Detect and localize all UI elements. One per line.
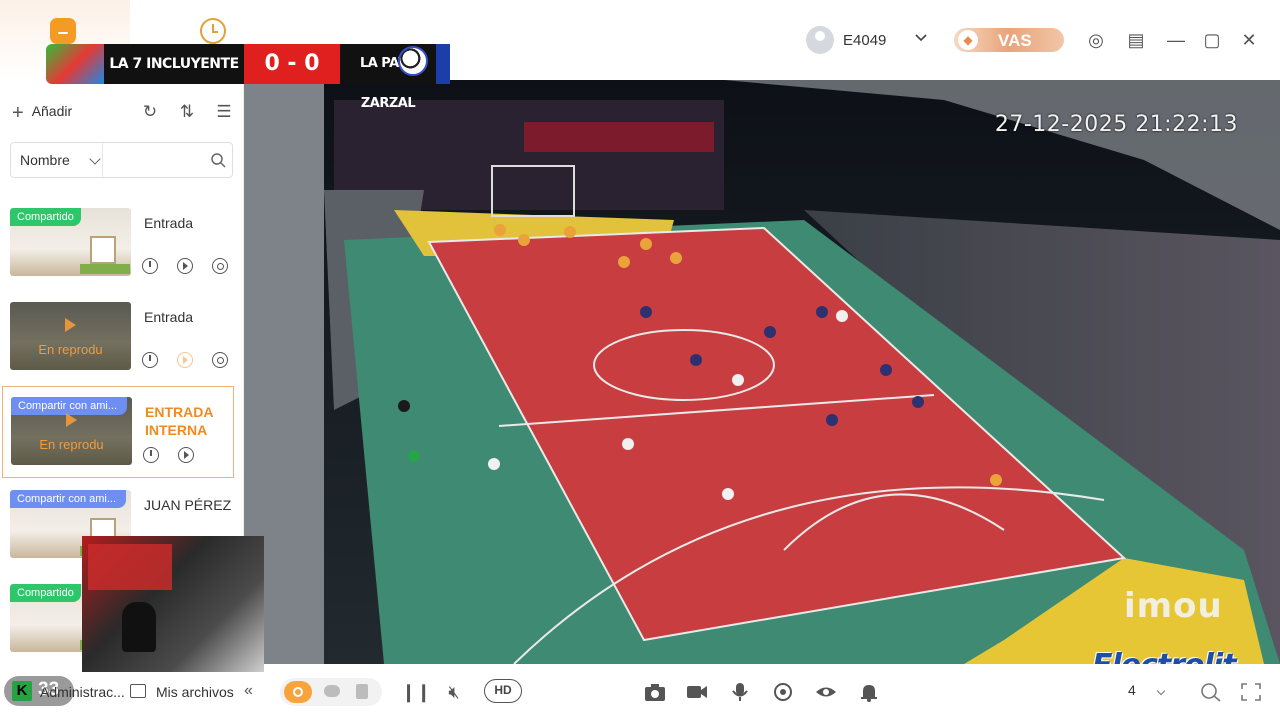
scoreboard-overlay: LA 7 INCLUYENTE 0 - 0 LA PAVA ZARZAL	[46, 44, 450, 111]
device-name: Entrada	[144, 215, 194, 231]
minimize-icon[interactable]: —	[1164, 28, 1188, 52]
list-view-icon[interactable]: ☰	[214, 102, 234, 122]
quality-hd-button[interactable]: HD	[484, 679, 522, 703]
playing-label: En reprodu	[38, 342, 103, 357]
snapshot-icon[interactable]	[644, 682, 666, 702]
thumb-frame	[90, 236, 116, 264]
user-avatar[interactable]	[806, 26, 834, 54]
talk-microphone-icon[interactable]	[729, 682, 751, 702]
chevron-down-icon	[1156, 686, 1166, 696]
mute-icon[interactable]: 🔇︎	[443, 681, 465, 703]
kick-logo: K	[12, 681, 32, 701]
secondary-camera-preview[interactable]	[82, 536, 264, 672]
live-mode-button[interactable]	[284, 681, 312, 703]
vas-badge[interactable]: ◆ VAS	[954, 28, 1064, 52]
messages-icon[interactable]: ▤	[1124, 28, 1148, 52]
device-item-selected[interactable]: Compartir con ami... En reprodu ENTRADA …	[2, 386, 234, 478]
maximize-icon[interactable]: ▢	[1200, 28, 1224, 52]
camera-timestamp: 27-12-2025 21:22:13	[994, 112, 1238, 137]
playback-clock-icon[interactable]	[142, 352, 158, 368]
imou-app-window: E4049 ◆ VAS ◎ ▤ — ▢ ✕ LA 7 INCLUYENTE 0 …	[0, 0, 1280, 720]
preview-person	[122, 602, 156, 652]
administration-link[interactable]: Administrac...	[40, 684, 124, 700]
device-name: JUAN PÉREZ	[144, 497, 232, 513]
zoom-icon[interactable]	[1200, 682, 1222, 702]
imou-watermark: imou	[1124, 586, 1223, 626]
device-settings-icon[interactable]	[212, 352, 228, 368]
playing-overlay: En reprodu	[11, 397, 132, 465]
device-search-input[interactable]	[107, 147, 203, 173]
play-icon[interactable]	[177, 258, 193, 274]
refresh-icon[interactable]: ↻	[140, 102, 160, 122]
sdcard-mode-button[interactable]	[356, 684, 368, 699]
soccer-ball-icon	[398, 46, 428, 76]
ptz-control-icon[interactable]	[772, 682, 794, 702]
device-settings-icon[interactable]	[212, 258, 228, 274]
device-name: ENTRADA INTERNA	[145, 404, 213, 438]
bottom-toolbar: K 33 Administrac... Mis archivos « ❙❙ 🔇︎…	[0, 664, 1280, 720]
share-with-friend-tag: Compartir con ami...	[10, 490, 126, 508]
split-count: 4	[1128, 682, 1136, 698]
league-logo	[46, 44, 104, 84]
home-icon[interactable]	[50, 18, 76, 44]
add-device-button[interactable]: + Añadir	[12, 102, 72, 125]
device-filter: Nombre	[10, 142, 233, 178]
thumb-plant	[80, 264, 130, 274]
play-icon[interactable]	[178, 447, 194, 463]
close-icon[interactable]: ✕	[1237, 28, 1261, 52]
court-scene	[244, 80, 1280, 664]
home-team-name: LA 7 INCLUYENTE	[104, 44, 244, 84]
preview-screen	[88, 544, 172, 590]
sort-icon[interactable]: ⇅	[177, 102, 197, 122]
vas-label: VAS	[998, 31, 1032, 50]
device-item[interactable]: Compartido Entrada	[2, 198, 234, 290]
clock-icon[interactable]	[200, 18, 226, 44]
chevron-down-icon[interactable]	[914, 31, 928, 45]
privacy-eye-icon[interactable]	[815, 682, 837, 702]
diamond-icon: ◆	[958, 30, 978, 50]
search-icon[interactable]	[210, 152, 226, 168]
shared-tag: Compartido	[10, 584, 81, 602]
live-video-feed[interactable]: 27-12-2025 21:22:13 imou Electrolit	[244, 80, 1280, 664]
cloud-mode-button[interactable]	[324, 685, 340, 697]
device-thumbnail: Compartir con ami... En reprodu	[11, 397, 132, 465]
filter-label: Nombre	[20, 152, 70, 168]
pause-icon[interactable]: ❙❙	[401, 681, 431, 703]
sponsor-logo: Electrolit	[1092, 648, 1237, 664]
split-screen-select[interactable]: 4	[1128, 682, 1174, 704]
collapse-sidebar-icon[interactable]: «	[244, 682, 253, 700]
plus-icon: +	[12, 102, 24, 124]
user-name[interactable]: E4049	[843, 32, 886, 49]
playing-overlay: En reprodu	[10, 302, 131, 370]
chevron-down-icon	[89, 153, 101, 165]
playing-label: En reprodu	[39, 437, 104, 452]
filter-field-select[interactable]: Nombre	[11, 143, 103, 177]
fullscreen-icon[interactable]	[1240, 682, 1262, 702]
stream-source-switch	[280, 678, 382, 706]
my-files-link[interactable]: Mis archivos	[156, 684, 234, 700]
device-name: Entrada	[144, 309, 194, 325]
playback-clock-icon[interactable]	[142, 258, 158, 274]
play-triangle-icon	[66, 413, 77, 427]
record-video-icon[interactable]	[686, 682, 708, 702]
play-icon[interactable]	[177, 352, 193, 368]
settings-icon[interactable]: ◎	[1084, 28, 1108, 52]
playback-clock-icon[interactable]	[143, 447, 159, 463]
alarm-bell-icon[interactable]	[858, 682, 880, 702]
away-team-logo	[436, 44, 450, 84]
device-thumbnail: Compartido	[10, 208, 131, 276]
shared-tag: Compartido	[10, 208, 81, 226]
folder-icon[interactable]	[130, 684, 146, 698]
play-triangle-icon	[65, 318, 76, 332]
match-score: 0 - 0	[244, 44, 340, 84]
add-label: Añadir	[31, 103, 73, 119]
device-thumbnail: En reprodu	[10, 302, 131, 370]
device-item[interactable]: En reprodu Entrada	[2, 292, 234, 384]
